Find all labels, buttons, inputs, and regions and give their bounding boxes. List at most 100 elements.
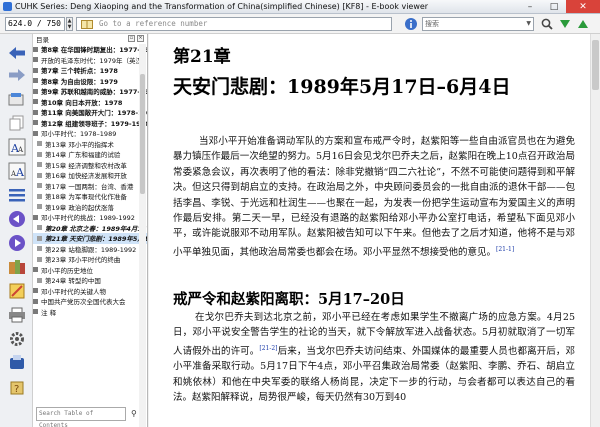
toc-bullet-icon bbox=[37, 235, 42, 241]
copy-icon[interactable] bbox=[7, 114, 27, 132]
toc-item-label: 第10章 向日本开放：1978 bbox=[41, 98, 123, 107]
search-input[interactable]: 搜索 ▼ bbox=[422, 17, 534, 31]
toc-item-label: 第19章 政治的起伏涨落 bbox=[45, 203, 114, 212]
reader-scrollbar[interactable] bbox=[590, 34, 600, 427]
toc-item[interactable]: 邓小平时代的关键人物 bbox=[33, 286, 147, 297]
toc-list: 第8章 在华国锋时期复出：1977-1978 开放的毛泽东时代：1979年（英汉）… bbox=[33, 44, 147, 317]
toc-item[interactable]: 第13章 邓小平的指挥术 bbox=[33, 139, 147, 150]
toc-item[interactable]: 中国共产党历次全国代表大会 bbox=[33, 296, 147, 307]
position-input[interactable]: 624.0 / 750 bbox=[5, 17, 65, 31]
toc-item-label: 第24章 转型的中国 bbox=[45, 277, 101, 286]
toc-item[interactable]: 第16章 加快经济发展和开放 bbox=[33, 170, 147, 181]
preferences-icon[interactable] bbox=[7, 330, 27, 348]
toc-item[interactable]: 第23章 邓小平时代的终曲 bbox=[33, 254, 147, 265]
toc-bullet-icon bbox=[33, 267, 38, 273]
section-title: 戒严令和赵紫阳离职：5月17–20日 bbox=[173, 291, 405, 308]
toc-scroll-thumb[interactable] bbox=[140, 74, 145, 194]
toc-item-label: 第15章 经济调整和农村改革 bbox=[45, 161, 127, 170]
toc-item-label: 邓小平时代的挑战：1989-1992 bbox=[41, 214, 135, 223]
open-ebook-icon[interactable] bbox=[7, 90, 27, 108]
svg-text:?: ? bbox=[14, 384, 19, 395]
toc-bullet-icon bbox=[33, 67, 38, 73]
toc-bullet-icon bbox=[33, 298, 38, 304]
toc-bullet-icon bbox=[33, 120, 38, 126]
toc-item[interactable]: 第15章 经济调整和农村改革 bbox=[33, 160, 147, 171]
minimize-button[interactable]: – bbox=[518, 0, 542, 13]
reading-area[interactable]: 第21章 天安门悲剧：1989年5月17日–6月4日 当邓小平开始准备调动军队的… bbox=[149, 34, 590, 427]
toc-item[interactable]: 邓小平时代的挑战：1989-1992 bbox=[33, 212, 147, 223]
binoculars-icon[interactable]: ⚲ bbox=[131, 409, 137, 418]
toc-item[interactable]: 注 释 bbox=[33, 307, 147, 318]
toc-item-label: 第16章 加快经济发展和开放 bbox=[45, 172, 127, 181]
font-larger-icon[interactable]: AA bbox=[7, 138, 27, 156]
toc-item[interactable]: 第7章 三个转折点：1978 bbox=[33, 65, 147, 76]
toc-item-label: 第8章 为自由设限：1979 bbox=[41, 77, 118, 86]
toc-item[interactable]: 邓小平的历史地位 bbox=[33, 265, 147, 276]
reference-mode-icon[interactable] bbox=[7, 282, 27, 300]
toc-item[interactable]: 第19章 政治的起伏涨落 bbox=[33, 202, 147, 213]
toc-item[interactable]: 第14章 广东和福建的试验 bbox=[33, 149, 147, 160]
table-of-contents-icon[interactable] bbox=[7, 186, 27, 204]
print-icon[interactable] bbox=[7, 306, 27, 324]
close-button[interactable]: ✕ bbox=[566, 0, 600, 13]
toc-item[interactable]: 第10章 向日本开放：1978 bbox=[33, 97, 147, 108]
toc-bullet-icon bbox=[37, 141, 42, 147]
position-spinner[interactable]: ▲ ▼ bbox=[66, 17, 73, 31]
toc-item[interactable]: 第17章 一国两制：台湾、香港 bbox=[33, 181, 147, 192]
toc-bullet-icon bbox=[37, 277, 42, 283]
toc-bullet-icon bbox=[33, 57, 38, 63]
toc-item[interactable]: 第24章 转型的中国 bbox=[33, 275, 147, 286]
toc-item-label: 第9章 苏联和越南的威胁：1977-1978 bbox=[41, 88, 147, 97]
toc-item-label: 第21章 天安门悲剧：1989年5月17日 bbox=[45, 235, 147, 244]
metadata-icon[interactable] bbox=[7, 354, 27, 372]
toc-bullet-icon bbox=[37, 204, 42, 210]
toc-item[interactable]: 第18章 为军事现代化作准备 bbox=[33, 191, 147, 202]
toc-bullet-icon bbox=[33, 46, 38, 52]
toc-item-label: 第11章 向美国敞开大门：1978-1979 bbox=[41, 109, 147, 118]
toc-scrollbar[interactable] bbox=[139, 44, 146, 427]
toc-item[interactable]: 第20章 北京之春：1989年4月15日 bbox=[33, 223, 147, 234]
chevron-down-icon[interactable]: ▼ bbox=[526, 18, 531, 30]
toc-item-label: 中国共产党历次全国代表大会 bbox=[41, 298, 126, 307]
toc-item[interactable]: 第12章 组建领导班子：1979-1980 bbox=[33, 118, 147, 129]
title-bar: CUHK Series: Deng Xiaoping and the Trans… bbox=[0, 0, 600, 14]
toc-bullet-icon bbox=[33, 88, 38, 94]
toc-item[interactable]: 邓小平时代：1978–1989 bbox=[33, 128, 147, 139]
toc-item[interactable]: 第8章 在华国锋时期复出：1977-1978 bbox=[33, 44, 147, 55]
toc-item-label: 第13章 邓小平的指挥术 bbox=[45, 140, 114, 149]
back-icon[interactable] bbox=[7, 44, 27, 62]
toc-float-button[interactable]: ▫ bbox=[128, 35, 135, 42]
toc-close-button[interactable]: × bbox=[137, 35, 144, 42]
search-icon[interactable] bbox=[540, 17, 554, 31]
toc-item[interactable]: 第8章 为自由设限：1979 bbox=[33, 76, 147, 87]
toc-item[interactable]: 第22章 站稳脚跟：1989-1992 bbox=[33, 244, 147, 255]
toc-item[interactable]: 第11章 向美国敞开大门：1978-1979 bbox=[33, 107, 147, 118]
toc-bullet-icon bbox=[37, 225, 42, 231]
svg-text:A: A bbox=[15, 166, 25, 179]
footnote-link[interactable]: [21-1] bbox=[496, 246, 514, 253]
toc-item[interactable]: 开放的毛泽东时代：1979年（英汉） bbox=[33, 55, 147, 66]
reader-scroll-thumb[interactable] bbox=[592, 40, 599, 90]
toc-bullet-icon bbox=[33, 78, 38, 84]
toc-item-label: 第22章 站稳脚跟：1989-1992 bbox=[45, 245, 137, 254]
toc-item-label: 第17章 一国两制：台湾、香港 bbox=[45, 182, 134, 191]
font-smaller-icon[interactable]: AA bbox=[7, 162, 27, 180]
bookmark-icon[interactable] bbox=[7, 258, 27, 276]
app-icon bbox=[3, 2, 12, 11]
help-icon[interactable]: ? bbox=[7, 378, 27, 396]
toc-search-input[interactable]: Search Table of Contents bbox=[36, 407, 126, 427]
previous-page-icon[interactable] bbox=[7, 210, 27, 228]
next-page-icon[interactable] bbox=[7, 234, 27, 252]
info-icon[interactable] bbox=[404, 17, 418, 31]
chapter-title: 天安门悲剧：1989年5月17日–6月4日 bbox=[173, 76, 511, 98]
forward-icon[interactable] bbox=[7, 66, 27, 84]
maximize-button[interactable]: □ bbox=[542, 0, 566, 13]
toc-bullet-icon bbox=[37, 162, 42, 168]
find-previous-icon[interactable] bbox=[576, 17, 590, 31]
toc-item[interactable]: 第9章 苏联和越南的威胁：1977-1978 bbox=[33, 86, 147, 97]
footnote-link[interactable]: [21-2] bbox=[259, 345, 277, 352]
book-ref-icon bbox=[81, 20, 93, 29]
toc-item[interactable]: 第21章 天安门悲剧：1989年5月17日 bbox=[33, 233, 147, 244]
reference-input[interactable]: Go to a reference number bbox=[76, 17, 392, 31]
find-next-icon[interactable] bbox=[558, 17, 572, 31]
